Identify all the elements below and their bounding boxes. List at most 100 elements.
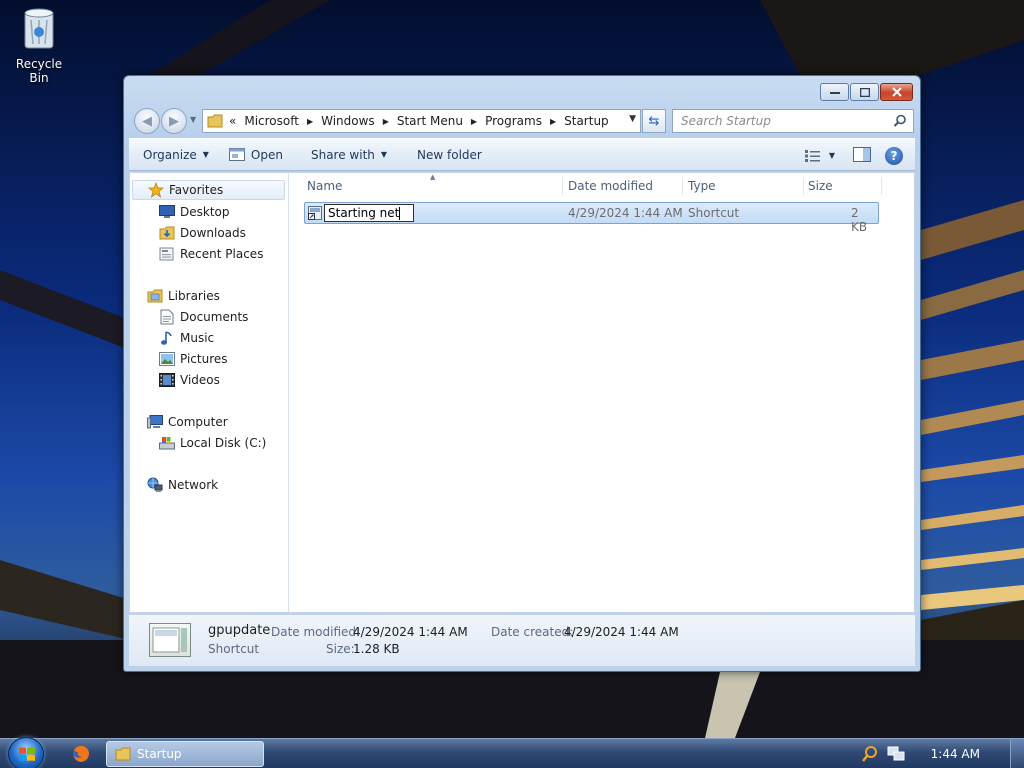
nav-item-desktop[interactable]: Desktop [130, 202, 288, 222]
nav-item-local-disk[interactable]: Local Disk (C:) [130, 433, 288, 453]
nav-label-recent-places: Recent Places [180, 247, 264, 261]
nav-label-libraries: Libraries [168, 289, 220, 303]
chevron-right-icon: ▶ [549, 116, 557, 126]
breadcrumb-startup[interactable]: Startup [564, 114, 609, 128]
firefox-taskbar-button[interactable] [66, 743, 96, 765]
show-desktop-button[interactable] [1010, 739, 1024, 768]
nav-item-recent-places[interactable]: Recent Places [130, 244, 288, 264]
address-bar[interactable]: « Microsoft ▶ Windows ▶ Start Menu ▶ Progra… [202, 109, 641, 133]
organize-button[interactable]: Organize ▼ [143, 148, 209, 162]
column-header-name[interactable]: Name [307, 179, 342, 193]
nav-item-music[interactable]: Music [130, 328, 288, 348]
nav-item-computer[interactable]: Computer [130, 412, 288, 432]
nav-label-downloads: Downloads [180, 226, 246, 240]
breadcrumb-start-menu[interactable]: Start Menu ▶ [397, 114, 485, 128]
details-date-modified-label: Date modified: [271, 625, 361, 639]
clock[interactable]: 1:44 AM [931, 747, 980, 761]
help-icon[interactable]: ? [885, 146, 903, 165]
chevron-down-icon: ▼ [380, 150, 388, 159]
details-size: 1.28 KB [353, 642, 400, 656]
nav-label-documents: Documents [180, 310, 249, 324]
text-caret [399, 207, 401, 220]
nav-item-videos[interactable]: Videos [130, 370, 288, 390]
column-header-type[interactable]: Type [688, 179, 716, 193]
desktop-icon [159, 204, 175, 220]
recycle-bin-label: Recycle Bin [15, 57, 63, 85]
column-headers: ▲ Name Date modified Type Size [290, 173, 890, 197]
chevron-down-icon: ▼ [828, 151, 835, 160]
minimize-icon [829, 92, 840, 94]
open-button[interactable]: Open [228, 147, 283, 162]
close-icon [891, 87, 902, 97]
breadcrumb-programs[interactable]: Programs ▶ [485, 114, 564, 128]
column-divider[interactable] [682, 177, 683, 195]
nav-item-network[interactable]: Network [130, 475, 288, 495]
table-row[interactable]: Starting net 4/29/2024 1:44 AM Shortcut … [304, 202, 879, 234]
music-note-icon [159, 330, 175, 346]
close-button[interactable] [880, 83, 913, 101]
preview-pane-button[interactable] [853, 146, 871, 165]
taskbar: Startup 1:44 AM [0, 737, 1024, 768]
column-divider[interactable] [881, 177, 882, 195]
organize-label: Organize [143, 147, 197, 162]
nav-label-network: Network [168, 478, 219, 492]
nav-label-desktop: Desktop [180, 205, 230, 219]
details-date-created: 4/29/2024 1:44 AM [564, 625, 679, 639]
rename-input[interactable]: Starting net [324, 204, 414, 222]
open-label: Open [250, 147, 283, 162]
breadcrumb-windows[interactable]: Windows ▶ [321, 114, 397, 128]
column-header-date-modified[interactable]: Date modified [568, 179, 653, 193]
system-tray: 1:44 AM [861, 739, 1024, 768]
forward-arrow-icon: ▶ [169, 113, 179, 129]
forward-button[interactable]: ▶ [161, 108, 187, 134]
nav-item-documents[interactable]: Documents [130, 307, 288, 327]
search-icon [893, 114, 906, 127]
search-input[interactable]: Search Startup [672, 109, 914, 133]
breadcrumb-microsoft[interactable]: Microsoft ▶ [244, 114, 321, 128]
nav-item-libraries[interactable]: Libraries [130, 286, 288, 306]
local-disk-icon [159, 435, 175, 451]
new-folder-label: New folder [417, 147, 482, 162]
network-icon [147, 477, 163, 493]
maximize-icon [859, 87, 870, 97]
nav-label-videos: Videos [180, 373, 220, 387]
breadcrumb-overflow[interactable]: « [229, 114, 236, 128]
refresh-icon: ⇆ [648, 113, 660, 129]
file-date-modified: 4/29/2024 1:44 AM [568, 206, 683, 220]
nav-item-favorites[interactable]: Favorites [132, 180, 285, 200]
caption-buttons [820, 83, 913, 101]
recycle-bin-desktop-icon[interactable]: Recycle Bin [6, 6, 72, 85]
file-size: 2 KB [851, 206, 868, 234]
pictures-icon [159, 351, 175, 367]
column-divider[interactable] [562, 177, 563, 195]
taskbar-window-label: Startup [137, 747, 182, 761]
column-divider[interactable] [803, 177, 804, 195]
explorer-client-area: Favorites Desktop Downloads Recent Place… [129, 172, 915, 613]
details-date-created-label: Date created: [491, 625, 574, 639]
navigation-pane: Favorites Desktop Downloads Recent Place… [130, 173, 289, 612]
startup-taskbar-button[interactable]: Startup [106, 741, 264, 767]
column-header-size[interactable]: Size [808, 179, 833, 193]
rename-input-value: Starting net [328, 206, 400, 220]
libraries-icon [147, 288, 163, 304]
shortcut-thumbnail-icon [149, 623, 191, 657]
search-icon[interactable] [861, 745, 879, 763]
back-button[interactable]: ◀ [134, 108, 160, 134]
start-button[interactable] [8, 737, 44, 768]
change-view-button[interactable]: ▼ [804, 149, 835, 162]
minimize-button[interactable] [820, 83, 849, 101]
chevron-right-icon: ▶ [306, 116, 314, 126]
maximize-button[interactable] [850, 83, 879, 101]
network-status-icon[interactable] [887, 746, 905, 762]
address-history-dropdown[interactable]: ▼ [629, 114, 636, 124]
new-folder-button[interactable]: New folder [417, 148, 482, 162]
chevron-down-icon: ▼ [202, 150, 209, 159]
refresh-button[interactable]: ⇆ [642, 109, 666, 133]
recent-places-icon [159, 246, 175, 262]
recent-pages-dropdown[interactable]: ▼ [190, 115, 196, 124]
nav-item-pictures[interactable]: Pictures [130, 349, 288, 369]
nav-item-downloads[interactable]: Downloads [130, 223, 288, 243]
folder-icon [115, 747, 131, 761]
share-with-button[interactable]: Share with ▼ [311, 148, 387, 162]
recycle-bin-icon [24, 8, 54, 49]
